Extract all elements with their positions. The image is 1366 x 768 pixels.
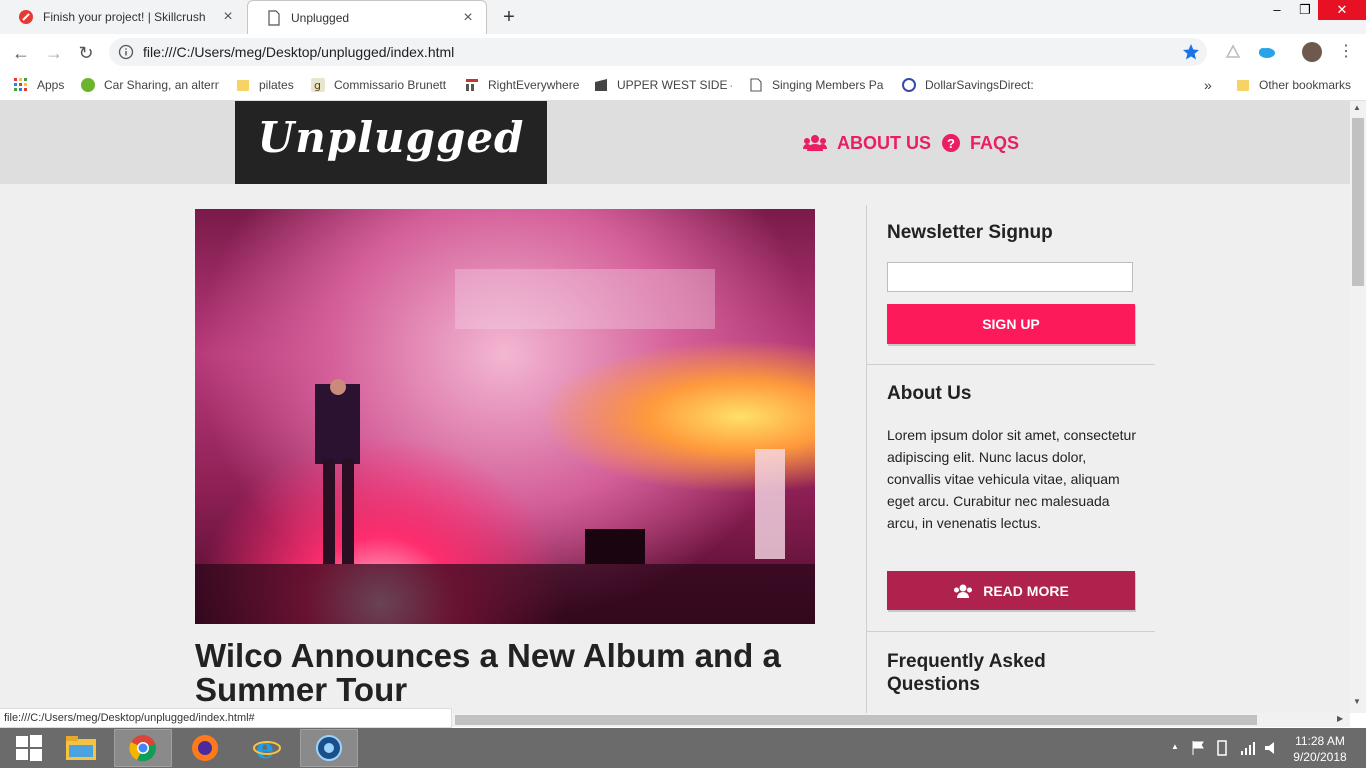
faq-title: Frequently Asked Questions (887, 651, 1046, 695)
start-icon[interactable] (0, 729, 58, 767)
page-icon (266, 9, 282, 26)
bookmark-label: pilates (259, 78, 294, 92)
about-text: Lorem ipsum dolor sit amet, consectetur … (887, 427, 1136, 531)
bank-icon (902, 78, 916, 92)
page-viewport: Unplugged ABOUT US ? FAQS Wilco Announce… (0, 101, 1350, 713)
minimize-button[interactable]: – (1262, 0, 1292, 20)
avatar[interactable] (1302, 42, 1322, 62)
site-header (0, 101, 1350, 184)
scroll-up-icon[interactable]: ▲ (1353, 103, 1361, 112)
extension-icon[interactable] (1224, 43, 1242, 61)
users-icon (954, 584, 973, 598)
cloud-icon[interactable] (1256, 44, 1276, 60)
new-tab-button[interactable]: + (498, 6, 520, 28)
wifi-signal-icon[interactable] (1240, 740, 1256, 759)
bookmarks-overflow-button[interactable]: » (1204, 75, 1218, 95)
skillcrush-icon (18, 9, 34, 25)
question-circle-icon: ? (942, 134, 960, 152)
newsletter-title: Newsletter Signup (887, 222, 1053, 243)
show-hidden-icons[interactable]: ▲ (1171, 742, 1179, 751)
zipcar-icon (81, 78, 95, 92)
back-icon[interactable]: ← (10, 42, 32, 64)
bookmark-label: RightEverywhere (488, 78, 580, 92)
device-icon[interactable] (1214, 740, 1230, 759)
bookmark-singing-members[interactable]: Singing Members Pa (749, 75, 885, 95)
nav-faqs[interactable]: ? FAQS (942, 131, 1019, 155)
file-explorer-icon[interactable] (52, 729, 110, 767)
svg-text:?: ? (947, 136, 955, 151)
bookmark-apps[interactable]: Apps (14, 75, 74, 95)
horizontal-scrollbar-thumb[interactable] (455, 715, 1257, 725)
scroll-right-icon[interactable]: ▶ (1337, 714, 1343, 723)
tab-title: Finish your project! | Skillcrush (43, 10, 206, 24)
close-window-button[interactable]: ✕ (1318, 0, 1366, 20)
menu-icon[interactable]: ⋮ (1338, 42, 1354, 62)
restore-button[interactable]: ❐ (1290, 0, 1320, 20)
bookmark-label: Commissario Brunetti (334, 78, 446, 92)
bookmark-upper-west-side[interactable]: UPPER WEST SIDE — (594, 75, 732, 95)
bookmark-car-sharing[interactable]: Car Sharing, an altern (81, 75, 219, 95)
bookmark-righteverywhere[interactable]: RightEverywhere (465, 75, 580, 95)
tab-title: Unplugged (291, 10, 350, 25)
other-bookmarks[interactable]: Other bookmarks (1236, 75, 1356, 95)
concert-illustration (195, 269, 815, 624)
reload-icon[interactable]: ↻ (75, 42, 97, 64)
status-bar-url: file:///C:/Users/meg/Desktop/unplugged/i… (0, 708, 452, 728)
app-globe-icon[interactable] (300, 729, 358, 767)
sidebar-separator (866, 631, 1155, 632)
firefox-icon[interactable] (176, 729, 234, 767)
sidebar-divider (866, 205, 867, 713)
close-tab-icon[interactable]: × (460, 9, 476, 27)
chart-icon (465, 78, 479, 92)
svg-text:g: g (314, 79, 321, 92)
hero-concert-image (195, 209, 815, 624)
close-tab-icon[interactable]: × (220, 8, 236, 26)
newsletter-email-input[interactable] (887, 262, 1133, 292)
clock-date: 9/20/2018 (1293, 750, 1347, 764)
bookmark-commissario[interactable]: g Commissario Brunetti (311, 75, 446, 95)
read-more-button[interactable]: READ MORE (887, 571, 1135, 610)
read-more-label: READ MORE (983, 582, 1069, 599)
system-clock[interactable]: 11:28 AM 9/20/2018 (1288, 733, 1352, 765)
tab-unplugged[interactable]: Unplugged × (247, 0, 487, 34)
scroll-down-icon[interactable]: ▼ (1353, 697, 1361, 706)
star-icon[interactable] (1182, 43, 1200, 61)
bookmark-label: DollarSavingsDirect: (925, 78, 1034, 92)
logo-text: Unplugged (257, 113, 525, 162)
clock-time: 11:28 AM (1295, 734, 1345, 748)
tab-skillcrush[interactable]: Finish your project! | Skillcrush × (0, 0, 246, 34)
chrome-icon[interactable] (114, 729, 172, 767)
ie-icon[interactable]: e (238, 729, 296, 767)
users-icon (803, 135, 827, 151)
bookmark-icon (594, 78, 608, 92)
flag-icon[interactable] (1191, 740, 1205, 759)
about-title: About Us (887, 383, 972, 404)
bookmark-dollarsavings[interactable]: DollarSavingsDirect: (902, 75, 1040, 95)
nav-label: ABOUT US (837, 132, 931, 153)
apps-grid-icon (14, 78, 28, 92)
page-icon (749, 78, 763, 92)
article-headline[interactable]: Wilco Announces a New Album and a Summer… (195, 639, 815, 707)
site-logo[interactable]: Unplugged (235, 101, 547, 184)
forward-icon[interactable]: → (43, 42, 65, 64)
goodreads-icon: g (311, 78, 325, 92)
url-text[interactable]: file:///C:/Users/meg/Desktop/unplugged/i… (143, 44, 454, 60)
bookmark-label: Singing Members Pa (772, 78, 884, 92)
nav-about-us[interactable]: ABOUT US (803, 131, 931, 155)
nav-label: FAQS (970, 132, 1020, 153)
svg-text:e: e (256, 734, 274, 762)
sidebar-separator (866, 364, 1155, 365)
bookmark-label: Car Sharing, an altern (104, 78, 219, 92)
folder-icon (236, 78, 250, 92)
bookmark-label: Other bookmarks (1259, 78, 1352, 92)
volume-icon[interactable] (1264, 740, 1280, 759)
bookmark-label: UPPER WEST SIDE — (617, 78, 732, 92)
bookmark-pilates[interactable]: pilates (236, 75, 298, 95)
bookmark-label: Apps (37, 78, 65, 92)
info-icon[interactable] (118, 44, 134, 60)
folder-icon (1236, 78, 1250, 92)
vertical-scrollbar-thumb[interactable] (1352, 118, 1364, 286)
signup-button[interactable]: SIGN UP (887, 304, 1135, 344)
